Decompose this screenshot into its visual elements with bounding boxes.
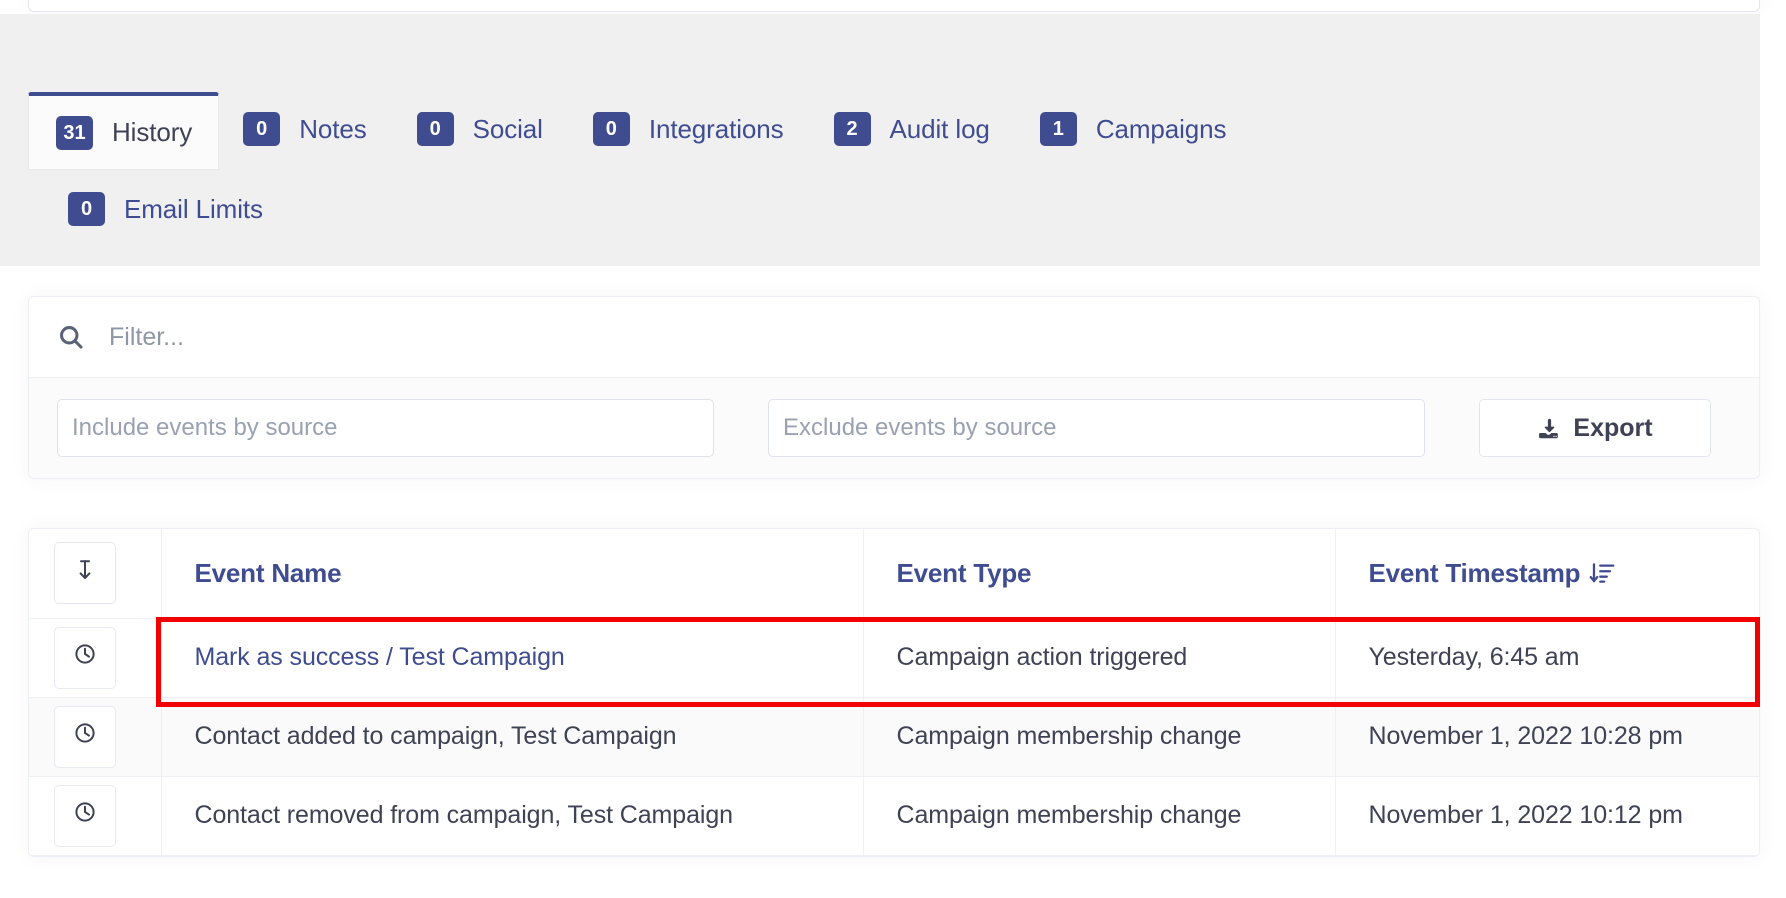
filter-card: Export bbox=[28, 296, 1760, 479]
collapse-all-button[interactable] bbox=[54, 542, 116, 604]
header-event-timestamp-label: Event Timestamp bbox=[1369, 558, 1581, 589]
sort-amount-down-icon[interactable] bbox=[1589, 560, 1615, 586]
tab-history-label: History bbox=[112, 117, 192, 148]
cell-event-type: Campaign membership change bbox=[863, 776, 1335, 855]
row-icon-cell bbox=[29, 618, 161, 697]
tab-integrations[interactable]: 0 Integrations bbox=[569, 92, 810, 166]
event-time-button[interactable] bbox=[54, 706, 116, 768]
search-icon bbox=[57, 323, 85, 351]
cell-event-name: Contact removed from campaign, Test Camp… bbox=[161, 776, 863, 855]
header-event-type-label: Event Type bbox=[897, 558, 1032, 588]
cell-event-timestamp: Yesterday, 6:45 am bbox=[1335, 618, 1759, 697]
cell-event-type: Campaign membership change bbox=[863, 697, 1335, 776]
tab-email-limits-badge: 0 bbox=[68, 192, 105, 226]
row-icon-cell bbox=[29, 697, 161, 776]
clock-icon bbox=[73, 800, 97, 831]
tab-email-limits-label: Email Limits bbox=[124, 194, 263, 225]
header-cell-collapse bbox=[29, 529, 161, 618]
tab-notes-label: Notes bbox=[299, 114, 366, 145]
clock-icon bbox=[73, 642, 97, 673]
previous-card-remnant bbox=[28, 0, 1760, 12]
filter-input[interactable] bbox=[109, 317, 1731, 357]
table-row[interactable]: Contact removed from campaign, Test Camp… bbox=[29, 776, 1759, 855]
download-icon bbox=[1537, 416, 1562, 441]
header-event-name-label: Event Name bbox=[195, 558, 342, 588]
tab-notes[interactable]: 0 Notes bbox=[219, 92, 392, 166]
table-row[interactable]: Contact added to campaign, Test Campaign… bbox=[29, 697, 1759, 776]
tab-audit-log-badge: 2 bbox=[834, 112, 871, 146]
tab-campaigns[interactable]: 1 Campaigns bbox=[1016, 92, 1253, 166]
cell-event-name: Mark as success / Test Campaign bbox=[161, 618, 863, 697]
cell-event-timestamp: November 1, 2022 10:28 pm bbox=[1335, 697, 1759, 776]
tab-notes-badge: 0 bbox=[243, 112, 280, 146]
tab-social-badge: 0 bbox=[417, 112, 454, 146]
exclude-events-by-source-input[interactable] bbox=[768, 399, 1425, 457]
tab-social-label: Social bbox=[473, 114, 543, 145]
cell-event-name: Contact added to campaign, Test Campaign bbox=[161, 697, 863, 776]
arrow-down-to-line-icon bbox=[73, 558, 97, 589]
clock-icon bbox=[73, 721, 97, 752]
export-button-label: Export bbox=[1573, 414, 1652, 443]
tab-row-secondary: 0 Email Limits bbox=[28, 172, 1760, 246]
tab-history[interactable]: 31 History bbox=[28, 92, 219, 170]
tab-social[interactable]: 0 Social bbox=[393, 92, 569, 166]
tab-integrations-badge: 0 bbox=[593, 112, 630, 146]
row-icon-cell bbox=[29, 776, 161, 855]
tab-history-badge: 31 bbox=[56, 116, 93, 150]
events-table-head: Event Name Event Type Event Timestamp bbox=[29, 529, 1759, 618]
source-filter-row: Export bbox=[29, 378, 1759, 478]
events-table-header-row: Event Name Event Type Event Timestamp bbox=[29, 529, 1759, 618]
tab-audit-log-label: Audit log bbox=[890, 114, 990, 145]
export-button[interactable]: Export bbox=[1479, 399, 1711, 457]
header-cell-event-timestamp[interactable]: Event Timestamp bbox=[1335, 529, 1759, 618]
events-table-body: Mark as success / Test Campaign Campaign… bbox=[29, 618, 1759, 855]
cell-event-timestamp: November 1, 2022 10:12 pm bbox=[1335, 776, 1759, 855]
tab-email-limits[interactable]: 0 Email Limits bbox=[44, 172, 289, 246]
header-cell-event-name[interactable]: Event Name bbox=[161, 529, 863, 618]
event-name-link[interactable]: Mark as success / Test Campaign bbox=[195, 643, 565, 671]
event-time-button[interactable] bbox=[54, 785, 116, 847]
tab-strip: 31 History 0 Notes 0 Social 0 Integratio… bbox=[0, 14, 1760, 266]
header-cell-event-type[interactable]: Event Type bbox=[863, 529, 1335, 618]
tab-integrations-label: Integrations bbox=[649, 114, 784, 145]
cell-event-type: Campaign action triggered bbox=[863, 618, 1335, 697]
tab-campaigns-badge: 1 bbox=[1040, 112, 1077, 146]
tab-audit-log[interactable]: 2 Audit log bbox=[810, 92, 1016, 166]
include-events-by-source-input[interactable] bbox=[57, 399, 714, 457]
tab-row-primary: 31 History 0 Notes 0 Social 0 Integratio… bbox=[28, 92, 1760, 170]
filter-search-row bbox=[29, 297, 1759, 378]
tab-campaigns-label: Campaigns bbox=[1096, 114, 1227, 145]
event-time-button[interactable] bbox=[54, 627, 116, 689]
events-table: Event Name Event Type Event Timestamp bbox=[29, 529, 1759, 856]
table-row[interactable]: Mark as success / Test Campaign Campaign… bbox=[29, 618, 1759, 697]
events-table-card: Event Name Event Type Event Timestamp bbox=[28, 528, 1760, 857]
